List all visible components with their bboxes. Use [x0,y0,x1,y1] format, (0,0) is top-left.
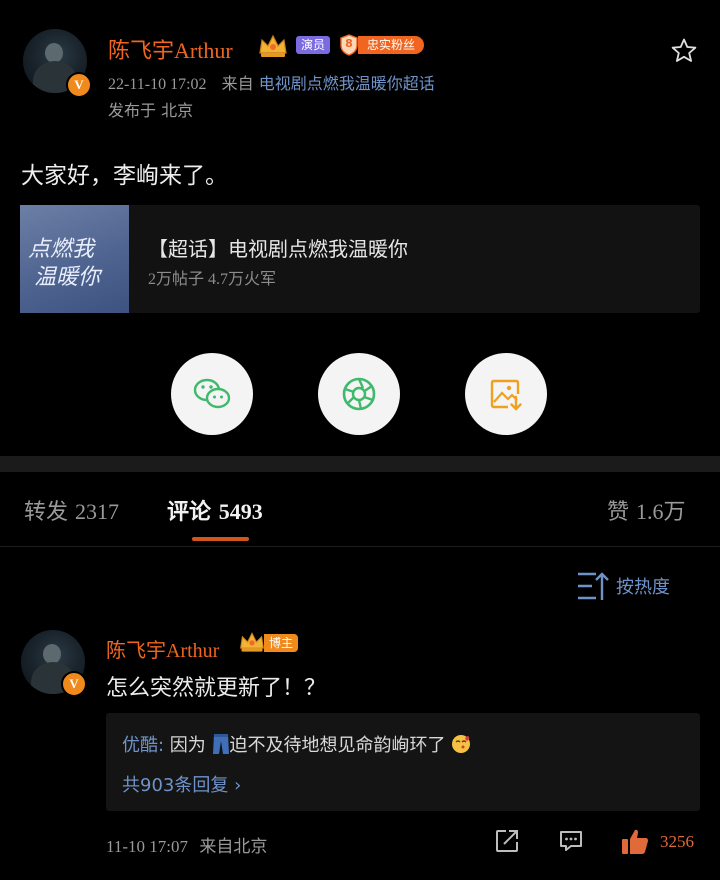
sort-by-hot-button[interactable]: 按热度 [578,570,698,602]
share-icon[interactable] [494,828,520,854]
fan-level-icon: 8 [339,34,359,56]
interaction-tabs: 转发 2317 评论 5493 赞 1.6万 [0,472,720,547]
verified-badge: V [66,72,92,98]
post-text: 大家好，李峋来了。 [21,163,228,189]
comment-icon[interactable] [558,828,584,854]
moments-icon [342,377,376,411]
active-tab-indicator [192,537,249,541]
supertopic-cover-image: 点燃我 温暖你 [20,205,129,313]
blogger-tag: 博主 [264,634,298,652]
from-label: 来自 [221,74,254,93]
comment-author-name[interactable]: 陈飞宇Arthur [106,634,219,663]
comment-footer-meta: 11-10 17:07 来自北京 [106,832,267,857]
save-image-icon [490,379,522,411]
jeans-emoji [212,734,229,754]
comment-verified-badge: V [61,671,87,697]
comment-location: 来自北京 [199,837,268,857]
supertopic-card[interactable]: 点燃我 温暖你 【超话】电视剧点燃我温暖你 2万帖子 4.7万火军 [20,205,700,313]
tab-likes[interactable]: 赞 1.6万 [607,494,686,526]
thumbs-up-icon[interactable] [620,828,650,856]
share-wechat-button[interactable] [171,353,253,435]
reply-username[interactable]: 优酷: [122,735,164,756]
supertopic-stats: 2万帖子 4.7万火军 [148,271,277,288]
tab-repost[interactable]: 转发 2317 [24,494,119,526]
post-time: 22-11-10 17:02 [108,76,207,93]
supertopic-title: 【超话】电视剧点燃我温暖你 [148,237,408,261]
heart-kiss-emoji [452,735,471,753]
crown-icon [259,34,287,57]
post-location: 发布于 北京 [108,101,194,120]
reply-preview: 优酷: 因为 迫不及待地想见命韵峋环了 [122,731,471,757]
crown-icon [240,632,264,652]
wechat-icon [193,378,231,409]
sort-icon [578,572,609,600]
post-author-name[interactable]: 陈飞宇Arthur [108,33,233,65]
share-moments-button[interactable] [318,353,400,435]
post-meta: 22-11-10 17:02 来自 电视剧点燃我温暖你超话 [108,70,435,94]
reply-preview-box[interactable]: 优酷: 因为 迫不及待地想见命韵峋环了 共903条回复 › [106,713,700,811]
star-outline-icon[interactable] [670,37,698,65]
save-image-button[interactable] [465,353,547,435]
weibo-post-card: V 陈飞宇Arthur 演员 8 忠实粉丝 22-11-10 17:02 来自 … [0,0,720,456]
comment-time: 11-10 17:07 [106,837,189,856]
comment-text: 怎么突然就更新了！？ [106,676,327,701]
sort-label: 按热度 [616,577,670,598]
view-all-replies-link[interactable]: 共903条回复 › [122,771,241,797]
section-divider [0,456,720,472]
comment-like-count: 3256 [660,832,694,851]
loyal-fan-tag: 忠实粉丝 [358,36,424,54]
actor-tag: 演员 [296,36,330,54]
tab-comments[interactable]: 评论 5493 [167,494,263,526]
post-source-link[interactable]: 电视剧点燃我温暖你超话 [259,74,435,93]
